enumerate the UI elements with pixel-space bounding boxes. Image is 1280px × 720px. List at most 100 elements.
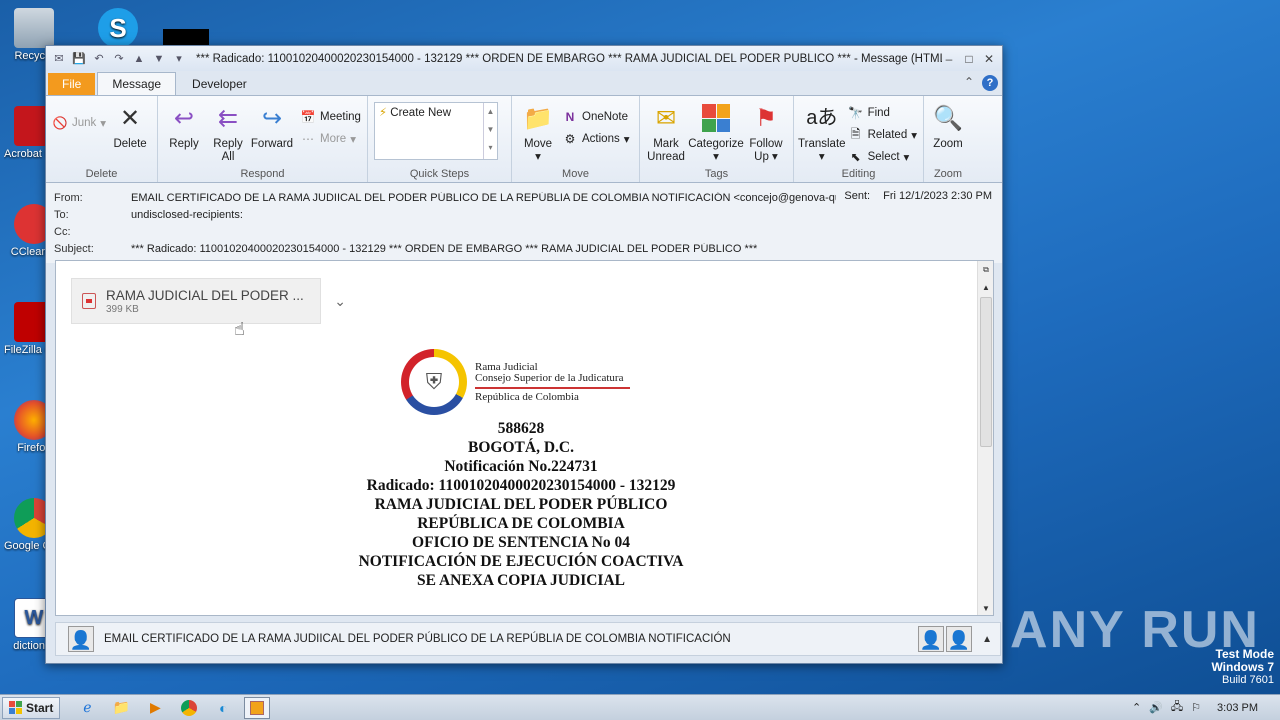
to-value[interactable]: undisclosed-recipients: (131, 209, 994, 221)
group-label: Respond (240, 168, 285, 180)
pdf-file-icon (82, 293, 96, 309)
show-hidden-icons-icon[interactable]: ⌃ (1132, 701, 1141, 714)
envelope-icon: ✉ (655, 104, 677, 132)
mark-unread-label-2: Unread (647, 151, 685, 163)
ribbon-group-editing: aあ Translate ▾ 🔭 Find 🗎 Related ▾ ⬉ Select ▾… (794, 96, 924, 182)
rama-judicial-logo: ⛨ Rama Judicial Consejo Superior de la J… (401, 349, 630, 415)
related-icon: 🗎 (850, 126, 861, 141)
windows-logo-icon (9, 701, 22, 714)
window-controls: – □ ✕ (942, 52, 996, 66)
contact-avatar-icon[interactable]: 👤 (946, 626, 973, 652)
reply-all-label-2: All (221, 151, 235, 163)
scroll-thumb[interactable] (980, 297, 992, 447)
scroll-down-arrow[interactable]: ▼ (978, 604, 994, 613)
meeting-button[interactable]: 📅 Meeting (298, 106, 363, 128)
junk-label: Junk (72, 117, 97, 129)
translate-label: Translate (798, 138, 846, 150)
build-line: Build 7601 (1222, 674, 1274, 686)
contact-avatar-icon[interactable]: 👤 (918, 626, 945, 652)
people-pane-sender[interactable]: EMAIL CERTIFICADO DE LA RAMA JUDIICAL DE… (104, 633, 731, 645)
create-new-label[interactable]: Create New (390, 107, 451, 119)
maximize-button[interactable]: □ (962, 52, 976, 66)
find-button[interactable]: 🔭 Find (846, 102, 919, 124)
attachment-card[interactable]: RAMA JUDICIAL DEL PODER ... 399 KB ⌄ (71, 278, 346, 324)
window-title: *** Radicado: 11001020400020230154000 - … (196, 52, 942, 65)
expand-people-pane-icon[interactable]: ▲ (982, 634, 992, 645)
volume-icon[interactable]: 🔊 (1149, 701, 1163, 714)
move-folder-icon: 📁 (523, 104, 553, 132)
tab-message[interactable]: Message (97, 72, 177, 95)
sent-info: Sent: Fri 12/1/2023 2:30 PM (834, 190, 992, 202)
delete-icon: ✕ (120, 104, 141, 132)
sent-label: Sent: (844, 190, 871, 202)
start-button[interactable]: Start (2, 696, 61, 719)
ribbon: 🚫 Junk ▾ ✕ Delete Delete ↩ Reply ⇇ Reply … (46, 95, 1002, 183)
ribbon-group-respond: ↩ Reply ⇇ Reply All ↪ Forward 📅 Meeting ⋯… (158, 96, 368, 182)
clock[interactable]: 3:03 PM (1217, 702, 1258, 714)
group-label: Move (562, 168, 589, 180)
coat-of-arms-icon: ⛨ (401, 349, 467, 415)
junk-button[interactable]: 🚫 Junk ▾ (50, 112, 108, 134)
quick-steps-gallery[interactable]: ⚡ Create New ▲ ▼ ▾ (374, 102, 498, 160)
edge-icon[interactable]: ◐ (210, 697, 236, 719)
letter-line: RAMA JUDICIAL DEL PODER PÚBLICO (374, 496, 668, 513)
to-row: To: undisclosed-recipients: (54, 206, 994, 223)
desktop-icon-skype[interactable]: S (88, 8, 148, 50)
group-label: Zoom (933, 168, 963, 180)
logo-divider (475, 386, 630, 389)
gallery-scroll[interactable]: ▲ ▼ ▾ (483, 103, 497, 159)
letter-line: BOGOTÁ, D.C. (468, 439, 574, 456)
mark-unread-label: Mark (653, 138, 679, 150)
skype-icon: S (98, 8, 138, 48)
onenote-label: OneNote (582, 111, 629, 123)
redo-icon[interactable]: ↷ (112, 52, 126, 66)
group-label: Delete (85, 168, 118, 180)
scroll-up-arrow[interactable]: ▲ (978, 283, 994, 292)
onenote-button[interactable]: N OneNote (560, 106, 632, 128)
media-player-icon[interactable]: ▶ (142, 697, 168, 719)
group-label: Editing (841, 168, 876, 180)
people-pane-controls: 👤 👤 ▲ (918, 626, 1000, 652)
close-button[interactable]: ✕ (982, 52, 996, 66)
customize-toolbar-icon[interactable]: ▾ (172, 52, 186, 66)
related-button[interactable]: 🗎 Related ▾ (846, 124, 919, 146)
follow-up-label: Follow (749, 138, 783, 150)
collapse-ribbon-icon[interactable]: ⌃ (964, 75, 974, 91)
help-icon[interactable]: ? (982, 75, 998, 91)
translate-icon: aあ (806, 106, 838, 129)
letter-line: Notificación No.224731 (444, 458, 598, 475)
chevron-down-icon[interactable]: ⌄ (334, 293, 346, 310)
minimize-button[interactable]: – (942, 52, 956, 66)
quick-access-toolbar: ✉ 💾 ↶ ↷ ▲ ▼ ▾ (52, 52, 186, 66)
chrome-icon[interactable] (176, 697, 202, 719)
scroll-split-icon[interactable]: ⧉ (978, 265, 994, 275)
save-icon[interactable]: 💾 (72, 52, 86, 66)
tab-file[interactable]: File (48, 73, 96, 95)
more-button[interactable]: ⋯ More ▾ (298, 128, 363, 150)
mail-icon: ✉ (54, 52, 64, 65)
outlook-taskbar-icon[interactable] (244, 696, 271, 719)
from-label: From: (54, 191, 83, 204)
from-value[interactable]: EMAIL CERTIFICADO DE LA RAMA JUDIICAL DE… (131, 192, 836, 204)
message-body: RAMA JUDICIAL DEL PODER ... 399 KB ⌄ ☝ ⛨… (55, 260, 994, 616)
undo-icon[interactable]: ↶ (92, 52, 106, 66)
ribbon-group-delete: 🚫 Junk ▾ ✕ Delete Delete (46, 96, 158, 182)
binoculars-icon: 🔭 (848, 106, 864, 120)
explorer-folder-icon[interactable]: 📁 (108, 697, 134, 719)
actions-button[interactable]: ⚙ Actions ▾ (560, 128, 632, 150)
internet-explorer-icon[interactable]: ℯ (74, 697, 100, 719)
next-item-icon[interactable]: ▼ (152, 52, 166, 66)
system-tray: ⌃ 🔊 🖧 ⚐ 3:03 PM (1124, 698, 1280, 717)
subject-label: Subject: (54, 242, 94, 255)
sender-avatar[interactable]: 👤 (68, 626, 94, 652)
recycle-bin-icon (14, 8, 54, 48)
more-label: More (320, 133, 347, 145)
previous-item-icon[interactable]: ▲ (132, 52, 146, 66)
network-icon[interactable]: 🖧 (1171, 698, 1183, 717)
ribbon-group-zoom: 🔍 Zoom Zoom (924, 96, 972, 182)
action-center-flag-icon[interactable]: ⚐ (1191, 701, 1201, 714)
tab-developer[interactable]: Developer (178, 73, 261, 95)
vertical-scrollbar[interactable]: ⧉ ▲ ▼ (977, 261, 993, 615)
reply-label: Reply (169, 138, 199, 150)
select-button[interactable]: ⬉ Select ▾ (846, 146, 919, 168)
